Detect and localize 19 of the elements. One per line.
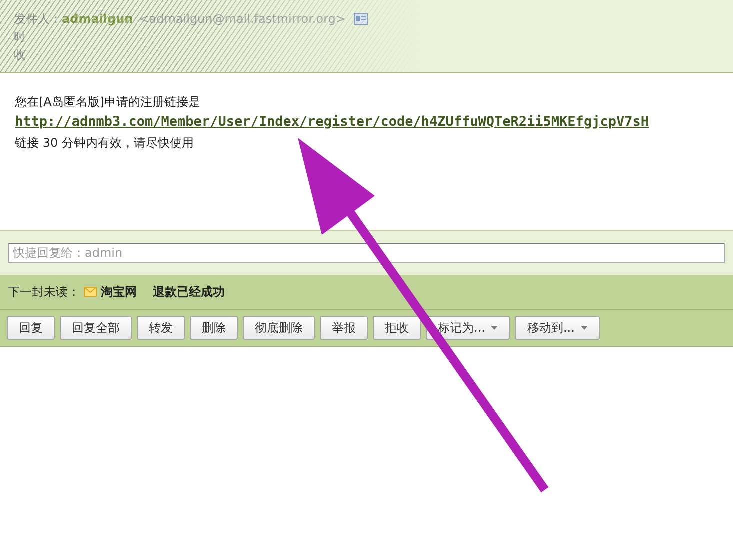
caret-icon <box>491 326 498 330</box>
toolbar-button[interactable]: 彻底删除 <box>243 316 315 340</box>
next-unread-subject[interactable]: 退款已经成功 <box>153 284 225 300</box>
toolbar-button[interactable]: 转发 <box>137 316 185 340</box>
toolbar-button[interactable]: 拒收 <box>373 316 421 340</box>
next-unread-sender[interactable]: 淘宝网 <box>101 284 137 300</box>
toolbar-button[interactable]: 举报 <box>320 316 368 340</box>
toolbar-button[interactable]: 删除 <box>190 316 238 340</box>
dropdown-button[interactable]: 移动到... <box>515 316 600 340</box>
toolbar-button[interactable]: 回复全部 <box>60 316 132 340</box>
message-text: 您在[A岛匿名版]申请的注册链接是 <box>15 94 202 111</box>
contact-card-icon[interactable] <box>354 13 368 25</box>
toolbar-button[interactable]: 回复 <box>7 316 55 340</box>
envelope-icon <box>84 287 97 297</box>
quick-reply-field[interactable]: 快捷回复给：admin <box>8 243 725 263</box>
next-unread-label: 下一封未读： <box>8 284 80 300</box>
caret-icon <box>580 326 588 330</box>
message-text: 链接 30 分钟内有效，请尽快使用 <box>15 135 195 152</box>
register-link[interactable]: http://adnmb3.com/Member/User/Index/register/code/h4ZUffuWQTeR2ii5MKEfgjcpV7sH <box>15 112 718 134</box>
